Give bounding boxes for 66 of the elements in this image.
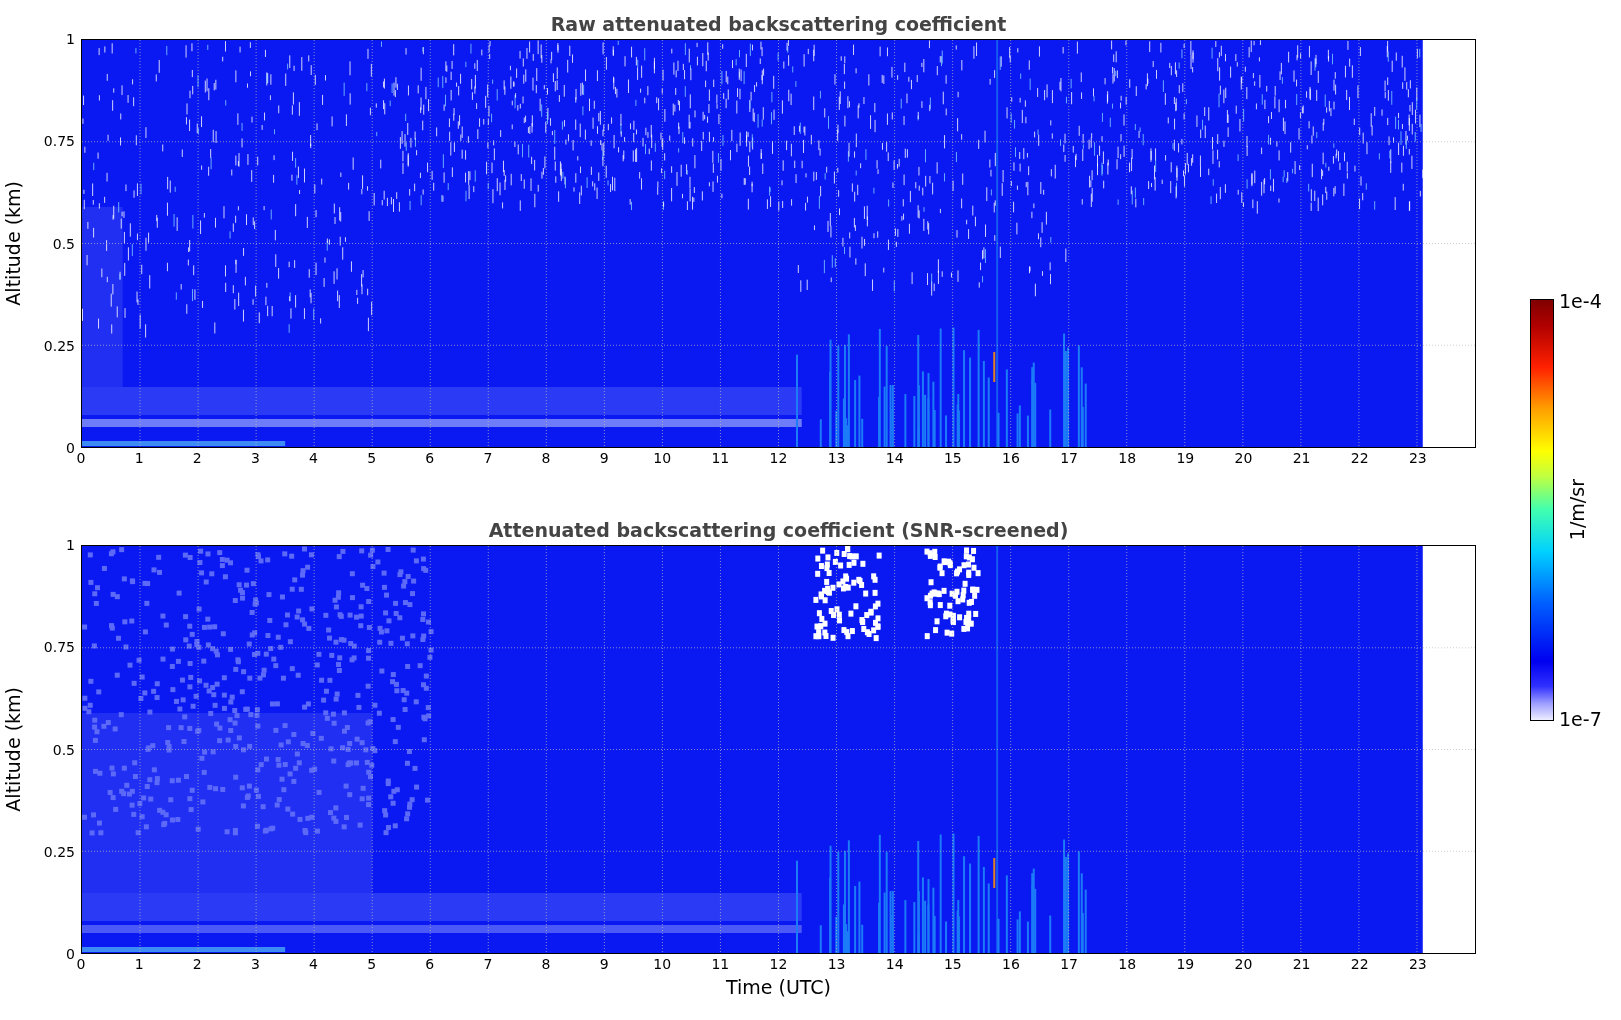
y-axis-label: Altitude (km) <box>2 687 24 812</box>
x-tick-label: 22 <box>1350 955 1369 974</box>
x-tick-label: 11 <box>711 955 730 974</box>
x-tick-label: 1 <box>134 955 144 974</box>
y-tick-label: 0 <box>66 440 75 456</box>
y-tick-label: 0.25 <box>43 843 75 860</box>
x-tick-label: 10 <box>653 955 672 974</box>
x-tick-label: 3 <box>250 449 260 468</box>
x-tick-label: 17 <box>1060 955 1079 974</box>
x-tick-label: 4 <box>309 955 318 974</box>
x-tick-label: 15 <box>943 955 962 974</box>
x-tick-label: 13 <box>827 449 846 468</box>
x-tick-label: 19 <box>1176 449 1195 468</box>
x-tick-label: 6 <box>425 449 435 468</box>
x-tick-label: 16 <box>1002 449 1020 468</box>
x-tick-label: 10 <box>653 449 672 468</box>
x-tick-label: 20 <box>1234 449 1253 468</box>
x-tick-label: 17 <box>1060 449 1079 468</box>
y-tick-label: 0 <box>66 946 75 962</box>
x-tick-label: 4 <box>309 449 318 468</box>
x-tick-label: 5 <box>367 955 377 974</box>
x-tick-label: 2 <box>192 955 202 974</box>
x-tick-label: 0 <box>76 955 86 974</box>
x-tick-label: 13 <box>827 955 846 974</box>
y-axis-label: Altitude (km) <box>2 181 24 306</box>
x-tick-label: 20 <box>1234 955 1253 974</box>
x-tick-label: 0 <box>76 449 86 468</box>
x-tick-label: 21 <box>1292 955 1311 974</box>
x-tick-label: 7 <box>483 955 493 974</box>
x-tick-label: 12 <box>769 449 788 468</box>
x-tick-label: 3 <box>250 955 260 974</box>
plot-title: Attenuated backscattering coefficient (SNR-screened) <box>487 518 1070 541</box>
x-tick-label: 8 <box>541 449 551 468</box>
y-tick-label: 1 <box>66 537 75 553</box>
y-tick-label: 0.75 <box>43 133 75 150</box>
plot-title: Raw attenuated backscattering coefficient <box>549 12 1008 35</box>
x-tick-label: 9 <box>599 449 609 468</box>
x-tick-label: 6 <box>425 955 435 974</box>
x-tick-label: 14 <box>885 955 904 974</box>
x-tick-label: 11 <box>711 449 730 468</box>
y-tick-label: 0.5 <box>52 741 75 758</box>
x-tick-label: 15 <box>943 449 962 468</box>
x-tick-label: 19 <box>1176 955 1195 974</box>
x-tick-label: 9 <box>599 955 609 974</box>
x-tick-label: 23 <box>1408 955 1427 974</box>
y-tick-label: 0.75 <box>43 639 75 656</box>
colorbar-max-label: 1e-4 <box>1559 290 1602 312</box>
y-tick-label: 0.5 <box>52 235 75 252</box>
colorbar-min-label: 1e-7 <box>1559 708 1602 730</box>
x-tick-label: 18 <box>1118 955 1137 974</box>
x-tick-label: 18 <box>1118 449 1137 468</box>
x-tick-label: 5 <box>367 449 377 468</box>
x-tick-label: 21 <box>1292 449 1311 468</box>
x-tick-label: 16 <box>1002 955 1020 974</box>
x-tick-label: 2 <box>192 449 202 468</box>
x-axis-label: Time (UTC) <box>725 976 832 998</box>
x-tick-label: 1 <box>134 449 144 468</box>
x-tick-label: 8 <box>541 955 551 974</box>
x-tick-label: 14 <box>885 449 904 468</box>
colorbar-label: 1/m/sr <box>1565 479 1588 541</box>
x-tick-label: 7 <box>483 449 493 468</box>
x-tick-label: 23 <box>1408 449 1427 468</box>
x-tick-label: 22 <box>1350 449 1369 468</box>
x-tick-label: 12 <box>769 955 788 974</box>
y-tick-label: 1 <box>66 31 75 47</box>
y-tick-label: 0.25 <box>43 337 75 354</box>
